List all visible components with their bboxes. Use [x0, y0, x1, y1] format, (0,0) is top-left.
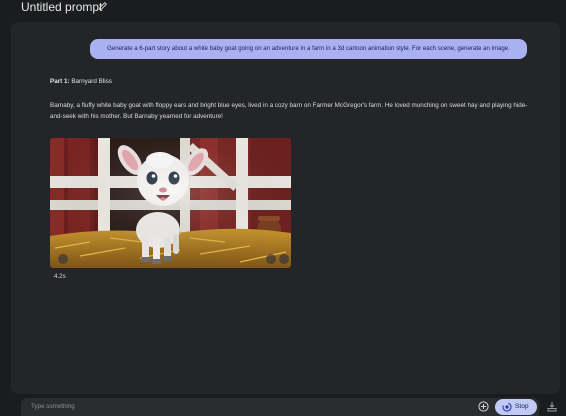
generated-image[interactable]	[50, 138, 291, 268]
stop-button[interactable]: Stop	[495, 399, 537, 415]
prompt-title[interactable]: Untitled prompt	[21, 0, 102, 14]
story-text: Barnaby, a fluffy white baby goat with f…	[50, 102, 528, 120]
user-message: Generate a 6-part story about a white ba…	[90, 39, 527, 59]
app-window: Untitled prompt Generate a 6-part story …	[0, 0, 566, 416]
pencil-icon[interactable]	[98, 1, 108, 11]
prompt-input-bar[interactable]	[21, 398, 539, 416]
download-icon[interactable]	[266, 254, 276, 264]
sparkle-icon[interactable]	[58, 254, 68, 264]
part-label: Part 1:	[50, 78, 70, 85]
plus-circle-icon[interactable]	[478, 401, 489, 412]
generation-time: 4.2s	[54, 273, 66, 280]
more-icon[interactable]	[279, 254, 289, 264]
stop-spinner-icon	[502, 402, 512, 412]
goat-illustration	[50, 138, 291, 268]
part-heading: Part 1: Barnyard Bliss	[50, 78, 112, 85]
save-icon[interactable]	[547, 401, 557, 412]
stop-label: Stop	[515, 403, 529, 410]
prompt-input[interactable]: Type something	[31, 403, 75, 410]
header: Untitled prompt	[0, 0, 566, 20]
part-title: Barnyard Bliss	[71, 78, 112, 85]
